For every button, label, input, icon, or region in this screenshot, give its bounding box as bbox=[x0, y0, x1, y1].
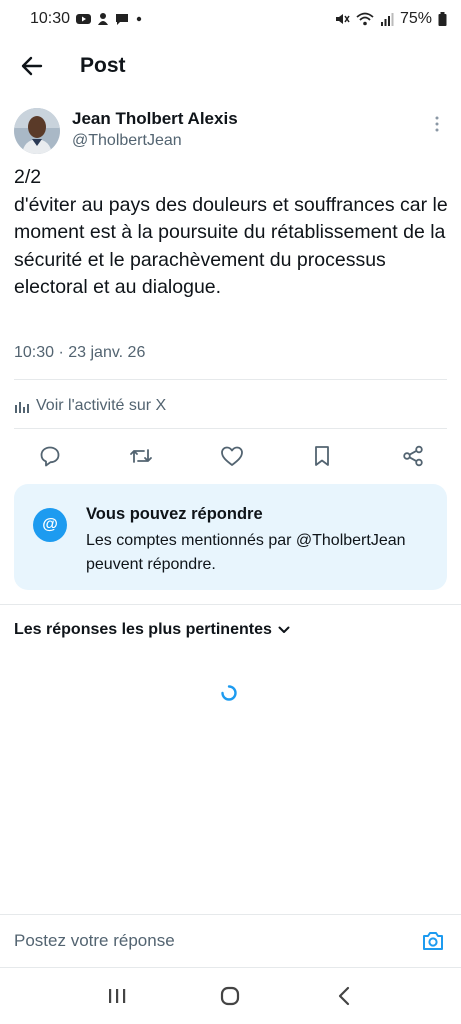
arrow-left-icon bbox=[21, 56, 43, 76]
reply-button[interactable] bbox=[36, 442, 64, 470]
repost-icon bbox=[129, 449, 152, 463]
mention-icon: @ bbox=[33, 508, 67, 542]
bookmark-icon bbox=[315, 446, 330, 466]
more-vertical-icon bbox=[435, 116, 439, 132]
avatar[interactable] bbox=[14, 108, 60, 154]
like-button[interactable] bbox=[218, 442, 246, 470]
share-icon bbox=[403, 445, 423, 467]
mute-icon bbox=[334, 12, 350, 26]
chevron-left-icon bbox=[339, 986, 350, 1006]
status-time: 10:30 bbox=[30, 10, 71, 27]
signal-icon bbox=[380, 12, 394, 26]
chat-icon bbox=[115, 13, 129, 26]
sort-label: Les réponses les plus pertinentes bbox=[14, 621, 272, 638]
header: Post bbox=[0, 38, 461, 94]
post-timestamp[interactable]: 10:30 · 23 janv. 26 bbox=[14, 344, 145, 362]
status-bar: 10:30 75% bbox=[0, 0, 461, 38]
system-nav-bar bbox=[0, 968, 461, 1024]
status-left: 10:30 bbox=[30, 10, 143, 28]
post-text: 2/2 d'éviter au pays des douleurs et sou… bbox=[14, 166, 448, 298]
bookmark-button[interactable] bbox=[308, 442, 336, 470]
section-divider bbox=[0, 604, 461, 605]
recent-apps-button[interactable] bbox=[97, 976, 137, 1016]
reply-input[interactable] bbox=[14, 931, 394, 951]
analytics-icon bbox=[15, 402, 29, 413]
dot-icon bbox=[135, 15, 143, 23]
post-author: Jean Tholbert Alexis @TholbertJean bbox=[14, 104, 449, 160]
camera-icon bbox=[423, 932, 443, 950]
reply-card-title: Vous pouvez répondre bbox=[86, 505, 263, 523]
battery-icon bbox=[438, 12, 447, 26]
battery-percent: 75% bbox=[399, 10, 432, 27]
reply-permission-card: @ Vous pouvez répondre Les comptes menti… bbox=[14, 484, 447, 590]
divider bbox=[14, 428, 447, 429]
home-button[interactable] bbox=[210, 976, 250, 1016]
post-actions bbox=[14, 436, 447, 476]
page-title: Post bbox=[80, 54, 126, 77]
author-text: Jean Tholbert Alexis @TholbertJean bbox=[72, 108, 238, 160]
repost-button[interactable] bbox=[127, 442, 155, 470]
back-button[interactable] bbox=[4, 38, 60, 94]
chevron-down-icon bbox=[278, 626, 290, 633]
home-icon bbox=[221, 986, 240, 1006]
view-activity-link[interactable]: Voir l'activité sur X bbox=[14, 394, 166, 418]
reply-card-description: Les comptes mentionnés par @TholbertJean… bbox=[86, 532, 406, 573]
wifi-icon bbox=[356, 12, 374, 26]
status-right: 75% bbox=[334, 10, 447, 28]
system-back-button[interactable] bbox=[324, 976, 364, 1016]
author-handle[interactable]: @TholbertJean bbox=[72, 130, 238, 152]
youtube-icon bbox=[76, 13, 92, 25]
like-icon bbox=[220, 446, 243, 466]
loading-spinner-icon bbox=[221, 685, 237, 701]
author-name[interactable]: Jean Tholbert Alexis bbox=[72, 108, 238, 130]
reply-composer bbox=[0, 914, 461, 968]
divider bbox=[14, 379, 447, 380]
replies-sort-dropdown[interactable]: Les réponses les plus pertinentes bbox=[14, 621, 290, 639]
reply-icon bbox=[40, 446, 60, 467]
activity-label: Voir l'activité sur X bbox=[36, 397, 167, 414]
share-button[interactable] bbox=[399, 442, 427, 470]
notification-icon bbox=[97, 12, 109, 26]
recent-apps-icon bbox=[108, 989, 126, 1003]
camera-button[interactable] bbox=[419, 927, 447, 955]
more-options-button[interactable] bbox=[425, 104, 449, 144]
